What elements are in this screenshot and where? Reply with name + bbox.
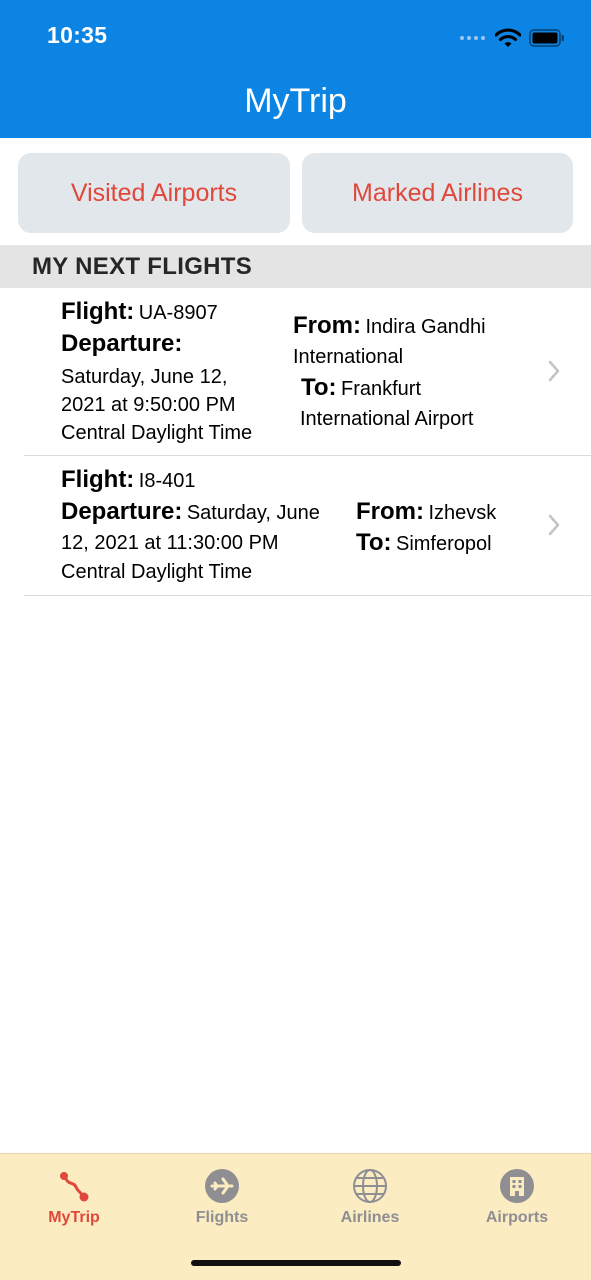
departure-timezone: Central Daylight Time [61, 561, 253, 583]
to-airport: Frankfurt [340, 378, 422, 400]
building-icon [500, 1169, 534, 1203]
tab-mytrip[interactable]: MyTrip [0, 1154, 148, 1244]
flight-number: I8-401 [138, 470, 196, 492]
tab-label: Flights [195, 1209, 249, 1226]
visited-airports-button[interactable]: Visited Airports [18, 153, 290, 233]
chevron-right-icon [548, 360, 560, 382]
flight-label: Flight: [61, 466, 135, 493]
tab-flights[interactable]: Flights [148, 1154, 296, 1244]
tab-label: Airports [485, 1209, 549, 1226]
departure-label: Departure: [61, 498, 183, 525]
status-time: 10:35 [47, 22, 108, 48]
signal-icon [460, 36, 485, 40]
row-divider [24, 595, 591, 596]
departure-time: 12, 2021 at 11:30:00 PM [61, 532, 279, 554]
from-airport: Izhevsk [428, 502, 497, 524]
departure-time: 2021 at 9:50:00 PM [61, 394, 236, 416]
tab-label: Airlines [340, 1209, 400, 1226]
departure-date: Saturday, June 12, [61, 366, 228, 388]
flight-row[interactable]: Flight: UA-8907 Departure: Saturday, Jun… [0, 288, 591, 456]
globe-icon [353, 1169, 387, 1203]
home-indicator [191, 1260, 401, 1266]
flight-row[interactable]: Flight: I8-401 Departure: Saturday, June… [0, 456, 591, 596]
chevron-right-icon [548, 514, 560, 536]
flight-label: Flight: [61, 298, 135, 325]
departure-date: Saturday, June [186, 502, 320, 524]
departure-timezone: Central Daylight Time [61, 422, 253, 444]
section-title: MY NEXT FLIGHTS [32, 253, 253, 280]
to-airport: Simferopol [395, 533, 492, 555]
from-airport-cont: International [293, 346, 404, 368]
tab-airlines[interactable]: Airlines [296, 1154, 444, 1244]
section-header: MY NEXT FLIGHTS [0, 245, 591, 288]
departure-label: Departure: [61, 330, 183, 357]
tab-airports[interactable]: Airports [443, 1154, 591, 1244]
page-title: MyTrip [244, 82, 347, 120]
flight-number: UA-8907 [138, 302, 218, 324]
from-label: From: [293, 312, 361, 339]
battery-icon [529, 29, 564, 47]
to-label: To: [356, 529, 392, 556]
marked-airlines-button[interactable]: Marked Airlines [302, 153, 573, 233]
to-label: To: [301, 374, 337, 401]
from-airport: Indira Gandhi [365, 316, 486, 338]
tab-label: MyTrip [48, 1209, 100, 1226]
route-icon [60, 1172, 89, 1202]
wifi-icon [495, 28, 521, 47]
from-label: From: [356, 498, 424, 525]
nav-header: 10:35 MyTrip [0, 0, 591, 138]
to-airport-cont: International Airport [300, 408, 474, 430]
airplane-icon [205, 1169, 239, 1203]
status-icons [459, 24, 565, 52]
